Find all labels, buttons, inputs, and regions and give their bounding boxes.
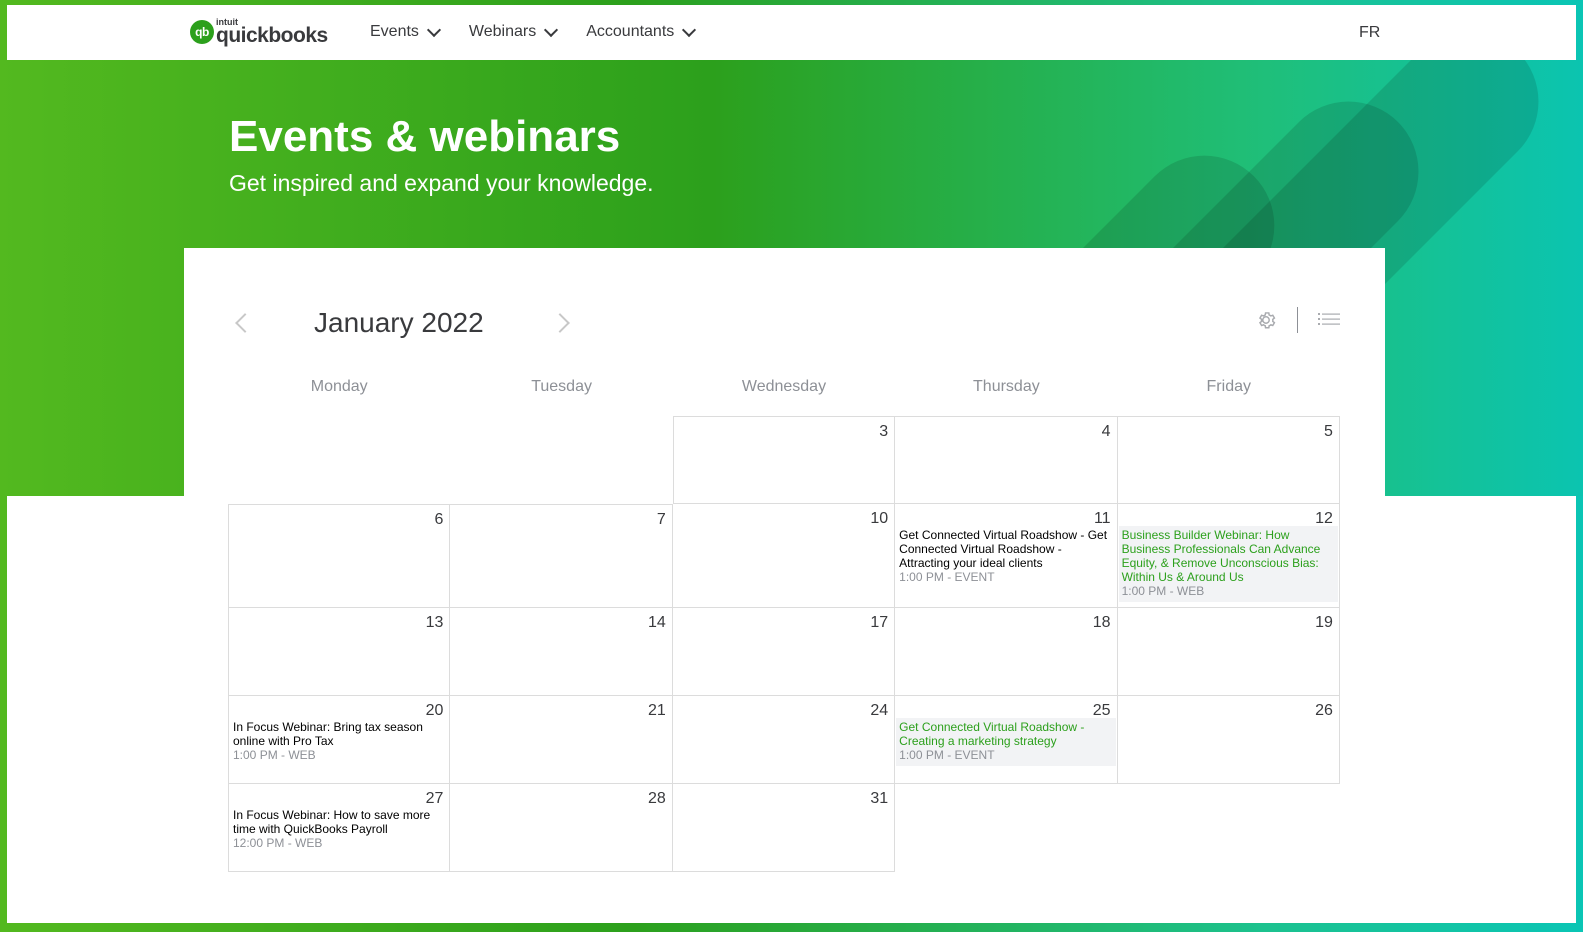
calendar-day-cell[interactable]: 19	[1117, 608, 1340, 696]
calendar-week: 13 14 17 18 19	[228, 608, 1340, 696]
calendar-week: 6 7 10 11 Get Connected Virtual Roadshow…	[228, 504, 1340, 608]
nav-webinars-dropdown[interactable]: Webinars	[468, 22, 559, 41]
day-number: 18	[1092, 614, 1111, 631]
main-nav: Events Webinars Accountants	[370, 22, 724, 41]
calendar-week: 3 4 5	[228, 416, 1340, 504]
event-time-type: 1:00 PM - EVENT	[899, 748, 995, 762]
day-number: 6	[434, 511, 444, 528]
calendar-day-cell[interactable]: 6	[228, 504, 451, 608]
qb-logo-icon: qb	[190, 20, 214, 44]
calendar-event[interactable]: In Focus Webinar: How to save more time …	[230, 806, 448, 854]
weekday-label: Friday	[1206, 378, 1251, 395]
event-title: In Focus Webinar: Bring tax season onlin…	[233, 720, 423, 748]
calendar-week: 27 In Focus Webinar: How to save more ti…	[228, 784, 1340, 872]
chevron-down-icon	[682, 22, 697, 37]
calendar-day-cell[interactable]: 5	[1117, 416, 1340, 504]
nav-accountants-dropdown[interactable]: Accountants	[586, 22, 697, 41]
calendar-week: 20 In Focus Webinar: Bring tax season on…	[228, 696, 1340, 784]
quickbooks-wordmark: quickbooks	[216, 24, 328, 47]
chevron-down-icon	[426, 22, 441, 37]
calendar-day-cell[interactable]: 4	[895, 416, 1118, 504]
calendar-empty-cell	[228, 416, 450, 504]
day-number: 28	[647, 790, 666, 807]
calendar-event[interactable]: Get Connected Virtual Roadshow - Creatin…	[896, 718, 1116, 766]
calendar-empty-cell	[1118, 784, 1340, 872]
event-title: In Focus Webinar: How to save more time …	[233, 808, 431, 836]
gear-icon[interactable]	[1255, 309, 1277, 331]
calendar-empty-cell	[450, 416, 672, 504]
calendar-day-cell[interactable]: 17	[672, 608, 896, 696]
calendar-day-cell[interactable]: 10	[672, 504, 896, 608]
quickbooks-logo[interactable]: qb intuit quickbooks	[190, 18, 328, 46]
day-number: 13	[425, 614, 444, 631]
nav-webinars-label: Webinars	[468, 23, 537, 40]
day-number: 10	[870, 510, 889, 527]
day-number: 26	[1315, 702, 1333, 719]
weekday-label: Thursday	[973, 378, 1040, 395]
calendar-day-cell[interactable]: 21	[450, 696, 673, 784]
language-switch-link[interactable]: FR	[1359, 24, 1380, 42]
top-navigation-bar: qb intuit quickbooks Events Webinars Acc…	[7, 5, 1561, 60]
event-time-type: 1:00 PM - WEB	[1121, 584, 1205, 598]
calendar-day-cell[interactable]: 24	[672, 696, 896, 784]
calendar-day-cell[interactable]: 28	[450, 784, 673, 872]
calendar-day-cell[interactable]: 7	[450, 504, 673, 608]
chevron-right-icon[interactable]	[550, 313, 570, 333]
calendar-grid: 3 4 5 6 7 10 11 Get Connected Virtual Ro…	[228, 416, 1340, 872]
event-title: Get Connected Virtual Roadshow - Creatin…	[899, 720, 1085, 748]
nav-accountants-label: Accountants	[586, 23, 675, 40]
weekday-label: Wednesday	[741, 378, 827, 395]
calendar-event[interactable]: Get Connected Virtual Roadshow - Get Con…	[896, 526, 1115, 588]
day-number: 14	[647, 614, 666, 631]
chevron-left-icon[interactable]	[235, 313, 255, 333]
month-title: January 2022	[314, 307, 484, 338]
calendar-day-cell[interactable]: 25 Get Connected Virtual Roadshow - Crea…	[895, 696, 1118, 784]
day-number: 4	[1101, 423, 1111, 440]
day-number: 24	[870, 702, 889, 719]
calendar-tools	[1255, 307, 1340, 333]
event-time-type: 12:00 PM - WEB	[233, 836, 323, 850]
chevron-down-icon	[544, 22, 559, 37]
calendar-day-cell[interactable]: 14	[450, 608, 673, 696]
weekday-label: Monday	[310, 378, 368, 395]
page-subtitle: Get inspired and expand your knowledge.	[229, 170, 654, 196]
calendar-day-cell[interactable]: 26	[1117, 696, 1340, 784]
calendar-empty-cell	[895, 784, 1117, 872]
calendar-day-cell[interactable]: 31	[672, 784, 896, 872]
event-title: Get Connected Virtual Roadshow - Get Con…	[899, 528, 1108, 570]
event-time-type: 1:00 PM - WEB	[233, 748, 316, 762]
list-icon[interactable]	[1318, 311, 1340, 329]
calendar-day-cell[interactable]: 12 Business Builder Webinar: How Busines…	[1117, 504, 1340, 608]
calendar-day-cell[interactable]: 27 In Focus Webinar: How to save more ti…	[228, 784, 451, 872]
day-number: 21	[647, 702, 666, 719]
day-number: 5	[1324, 423, 1333, 440]
event-title: Business Builder Webinar: How Business P…	[1121, 528, 1321, 584]
calendar-day-cell[interactable]: 3	[672, 416, 896, 504]
day-number: 17	[870, 614, 889, 631]
day-number: 7	[656, 511, 666, 528]
toolbar-divider	[1297, 307, 1298, 333]
day-number: 3	[879, 423, 889, 440]
nav-events-label: Events	[370, 23, 419, 40]
calendar-day-cell[interactable]: 18	[895, 608, 1118, 696]
calendar-day-cell[interactable]: 11 Get Connected Virtual Roadshow - Get …	[895, 504, 1118, 608]
weekday-header-row: Monday Tuesday Wednesday Thursday Friday	[228, 378, 1340, 396]
day-number: 19	[1315, 614, 1333, 631]
calendar-header: January 2022	[229, 305, 1340, 345]
day-number: 31	[870, 790, 889, 807]
calendar-day-cell[interactable]: 20 In Focus Webinar: Bring tax season on…	[228, 696, 451, 784]
weekday-label: Tuesday	[531, 378, 592, 395]
calendar-event[interactable]: In Focus Webinar: Bring tax season onlin…	[230, 718, 448, 766]
nav-events-dropdown[interactable]: Events	[370, 22, 441, 41]
page-title: Events & webinars	[229, 112, 621, 161]
calendar-event[interactable]: Business Builder Webinar: How Business P…	[1118, 526, 1338, 602]
calendar-day-cell[interactable]: 13	[228, 608, 451, 696]
event-time-type: 1:00 PM - EVENT	[899, 570, 995, 584]
